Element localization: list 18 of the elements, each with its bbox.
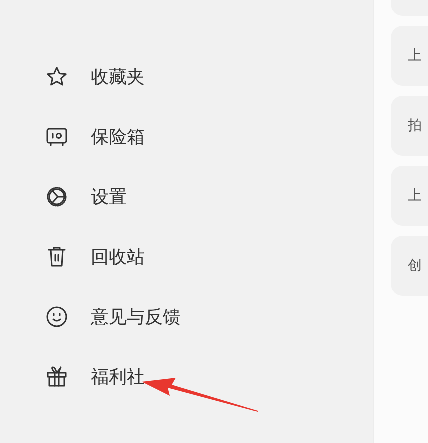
card-title: 拍 xyxy=(408,117,422,135)
menu-item[interactable]: 回收站 xyxy=(0,237,373,277)
gift-icon xyxy=(45,365,69,389)
menu-item[interactable]: 福利社 xyxy=(0,357,373,397)
menu-item[interactable]: 设置 xyxy=(0,177,373,217)
menu-item[interactable]: 意见与反馈 xyxy=(0,297,373,337)
card-title: 上 xyxy=(408,187,422,205)
card-title: 上 xyxy=(408,47,422,65)
menu-item[interactable]: 收藏夹 xyxy=(0,57,373,97)
menu-item[interactable]: 保险箱 xyxy=(0,117,373,157)
smile-icon xyxy=(45,305,69,329)
content-card[interactable]: 创 xyxy=(391,236,428,296)
content-card[interactable]: 上 xyxy=(391,26,428,86)
star-icon xyxy=(45,65,69,89)
content-card[interactable]: 上 xyxy=(391,166,428,226)
card-title: 创 xyxy=(408,257,422,275)
settings-icon xyxy=(45,185,69,209)
content-card[interactable]: 拍 xyxy=(391,96,428,156)
